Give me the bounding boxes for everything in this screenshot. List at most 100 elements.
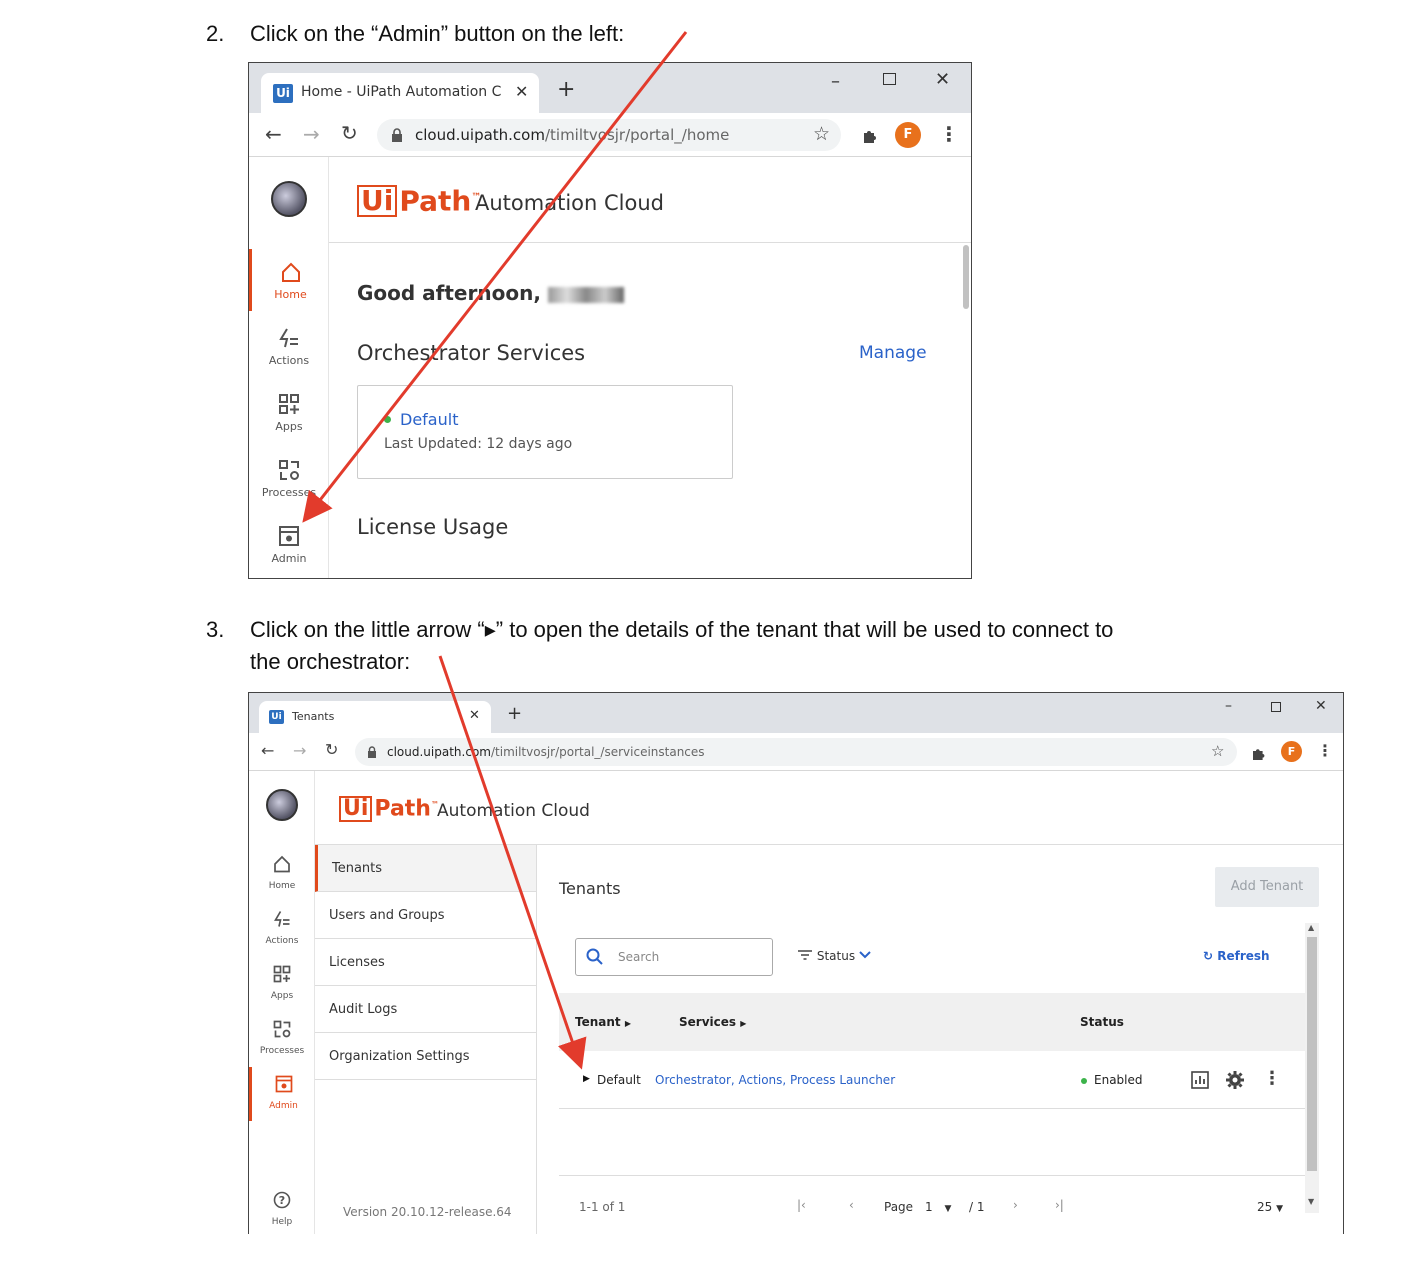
new-tab-icon[interactable]: +: [557, 79, 575, 101]
scrollbar[interactable]: [963, 245, 969, 309]
admin-icon: [275, 1075, 292, 1093]
next-page-icon[interactable]: ›: [1013, 1198, 1018, 1212]
url-field[interactable]: cloud.uipath.com/timiltvosjr/portal_/ser…: [355, 738, 1237, 766]
minimize-icon[interactable]: –: [1225, 698, 1232, 714]
version-label: Version 20.10.12-release.64: [343, 1205, 512, 1219]
add-tenant-button[interactable]: Add Tenant: [1215, 867, 1319, 907]
browser-menu-icon[interactable]: ⋮: [1317, 741, 1333, 760]
home-icon: [274, 855, 290, 873]
step-number: 2.: [206, 21, 225, 46]
bookmark-star-icon[interactable]: ☆: [813, 123, 830, 145]
address-bar-row: ← → ↻ cloud.uipath.com/timiltvosjr/porta…: [249, 113, 971, 157]
rail-label: Help: [271, 1217, 293, 1227]
rail-label: Home: [274, 288, 307, 301]
uipath-favicon: Ui: [273, 84, 293, 103]
browser-window-tenants: Ui Tenants ✕ + – ✕ ← → ↻ cloud.uipath.co…: [248, 692, 1344, 1234]
license-usage-title: License Usage: [357, 515, 509, 539]
rail-label: Admin: [271, 552, 307, 565]
extensions-icon[interactable]: [861, 126, 879, 144]
close-tab-icon[interactable]: ✕: [469, 708, 480, 723]
profile-avatar[interactable]: F: [1281, 741, 1302, 762]
page-size-select[interactable]: 25 ▼: [1257, 1200, 1283, 1214]
rail-item-processes[interactable]: Processes: [249, 1014, 315, 1062]
gear-icon[interactable]: [1225, 1070, 1245, 1090]
sort-arrow-icon: ▶: [740, 1019, 747, 1028]
profile-avatar[interactable]: F: [895, 122, 921, 148]
scrollbar-track[interactable]: ▲ ▼: [1305, 923, 1319, 1213]
status-dot: [384, 416, 391, 423]
user-avatar[interactable]: [266, 789, 298, 821]
browser-menu-icon[interactable]: ⋮: [939, 122, 959, 146]
rail-item-actions[interactable]: Actions: [249, 904, 315, 952]
minimize-icon[interactable]: –: [831, 71, 840, 92]
rail-item-help[interactable]: ? Help: [249, 1187, 315, 1231]
tenant-services[interactable]: Orchestrator, Actions, Process Launcher: [655, 1073, 895, 1087]
enabled-dot: [1081, 1078, 1087, 1084]
menu-item-users-and-groups[interactable]: Users and Groups: [315, 892, 536, 939]
rail-item-apps[interactable]: Apps: [249, 383, 329, 445]
scroll-down-icon[interactable]: ▼: [1308, 1197, 1314, 1206]
last-page-icon[interactable]: ›|: [1055, 1198, 1064, 1212]
url-host: cloud.uipath.com: [387, 745, 491, 759]
rail-item-actions[interactable]: Actions: [249, 317, 329, 379]
search-placeholder: Search: [618, 950, 660, 964]
extensions-icon[interactable]: [1251, 745, 1266, 760]
manage-link[interactable]: Manage: [859, 343, 927, 363]
column-status: Status: [1080, 1015, 1124, 1029]
card-tenant-name[interactable]: Default: [400, 410, 458, 429]
scrollbar-thumb[interactable]: [1307, 937, 1317, 1171]
column-services[interactable]: Services ▶: [679, 1015, 746, 1029]
step-text: Click on the “Admin” button on the left:: [250, 21, 625, 46]
uipath-logo[interactable]: Ui Path™: [357, 181, 481, 218]
close-window-icon[interactable]: ✕: [935, 69, 950, 90]
forward-icon[interactable]: →: [303, 122, 320, 146]
prev-page-icon[interactable]: ‹: [849, 1198, 854, 1212]
tenant-card[interactable]: Default Last Updated: 12 days ago: [357, 385, 733, 479]
close-window-icon[interactable]: ✕: [1315, 698, 1327, 714]
rail-item-admin[interactable]: Admin: [249, 515, 329, 577]
rail-label: Apps: [270, 991, 294, 1001]
page-number-select[interactable]: 1 ▼: [925, 1200, 951, 1214]
tab-bar: Ui Home - UiPath Automation Clou ✕ + – ✕: [249, 63, 971, 113]
new-tab-icon[interactable]: +: [507, 705, 522, 723]
scroll-up-icon[interactable]: ▲: [1308, 923, 1314, 932]
rail-item-apps[interactable]: Apps: [249, 959, 315, 1007]
forward-icon[interactable]: →: [293, 741, 306, 760]
status-filter[interactable]: Status: [797, 949, 871, 963]
lock-icon: [368, 746, 376, 758]
usage-chart-icon[interactable]: [1191, 1071, 1209, 1089]
page-title: Tenants: [559, 879, 621, 898]
admin-menu: Tenants Users and Groups Licenses Audit …: [315, 845, 537, 1234]
maximize-icon[interactable]: [1271, 702, 1281, 712]
search-input[interactable]: Search: [575, 938, 773, 976]
reload-icon[interactable]: ↻: [341, 121, 358, 145]
rail-item-home[interactable]: Home: [249, 249, 329, 311]
browser-window-home: Ui Home - UiPath Automation Clou ✕ + – ✕…: [248, 62, 972, 579]
back-icon[interactable]: ←: [265, 122, 282, 146]
menu-item-tenants[interactable]: Tenants: [315, 845, 536, 892]
menu-item-audit-logs[interactable]: Audit Logs: [315, 986, 536, 1033]
column-tenant[interactable]: Tenant ▶: [575, 1015, 631, 1029]
back-icon[interactable]: ←: [261, 741, 274, 760]
bookmark-star-icon[interactable]: ☆: [1211, 742, 1224, 760]
menu-item-organization-settings[interactable]: Organization Settings: [315, 1033, 536, 1080]
more-options-icon[interactable]: ⋮: [1263, 1068, 1281, 1089]
user-avatar[interactable]: [271, 181, 307, 217]
first-page-icon[interactable]: |‹: [797, 1198, 806, 1212]
rail-item-home[interactable]: Home: [249, 849, 315, 897]
browser-tab[interactable]: Ui Home - UiPath Automation Clou ✕: [261, 73, 539, 113]
browser-tab[interactable]: Ui Tenants ✕: [259, 701, 491, 733]
url-field[interactable]: cloud.uipath.com/timiltvosjr/portal_/hom…: [377, 119, 841, 151]
rail-item-processes[interactable]: Processes: [249, 449, 329, 511]
close-tab-icon[interactable]: ✕: [515, 82, 528, 101]
maximize-icon[interactable]: [883, 73, 896, 85]
rail-item-admin[interactable]: Admin: [249, 1067, 315, 1121]
menu-item-licenses[interactable]: Licenses: [315, 939, 536, 986]
expand-arrow-icon[interactable]: ▶: [583, 1074, 590, 1084]
tenants-panel: Search Status ↻ Refresh Tenant ▶ Service…: [559, 923, 1319, 1234]
orchestrator-services-title: Orchestrator Services: [357, 341, 586, 365]
reload-icon[interactable]: ↻: [325, 740, 338, 759]
uipath-logo[interactable]: Ui Path™: [339, 791, 439, 823]
help-icon: ?: [273, 1191, 291, 1209]
refresh-button[interactable]: ↻ Refresh: [1203, 949, 1270, 963]
